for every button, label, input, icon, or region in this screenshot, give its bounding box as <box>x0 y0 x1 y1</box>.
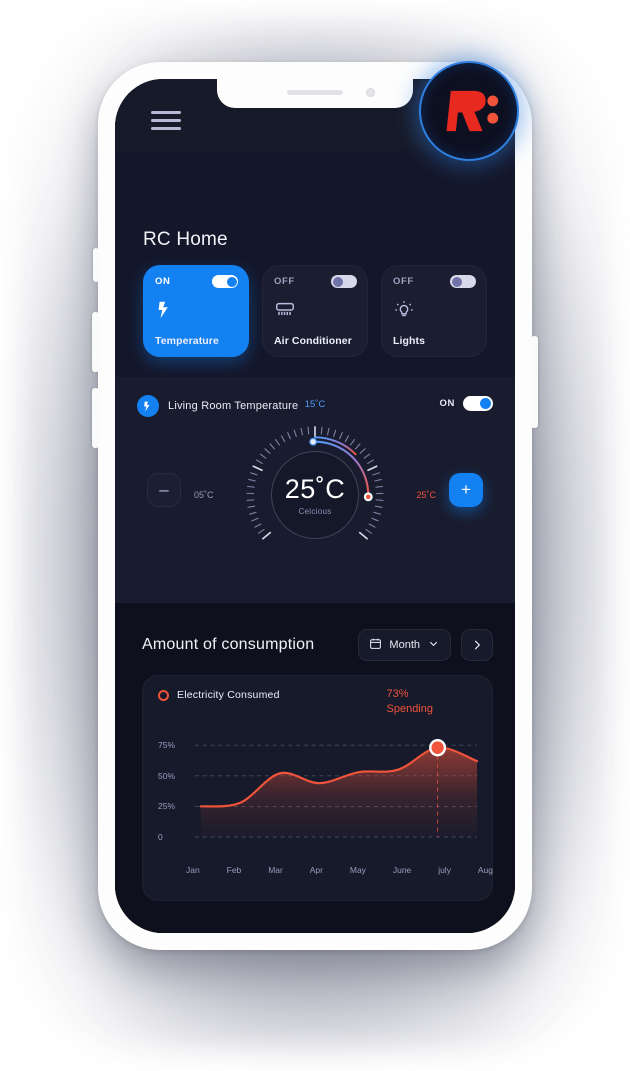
dial-max-label: 25˚C <box>416 490 436 500</box>
device-card-lights[interactable]: OFF Lights <box>381 265 487 357</box>
spending-value: 73% <box>386 688 409 700</box>
temperature-increase-button[interactable]: + <box>449 473 483 507</box>
calendar-icon <box>369 637 382 653</box>
dial-top-label: 15˚C <box>304 399 326 410</box>
consumption-chart-card: Electricity Consumed 73% Spending 0 25% 50… <box>142 675 493 901</box>
temperature-dial[interactable]: 25˚C Celcious 15˚C 05˚C 25˚C <box>194 399 436 569</box>
device-toggle[interactable] <box>450 275 476 288</box>
thermostat-section: Living Room Temperature ON – + 25˚C Celc… <box>115 377 515 603</box>
temperature-unit: Celcious <box>298 507 332 516</box>
device-name-label: Temperature <box>155 335 219 347</box>
thermostat-power-control[interactable]: ON <box>440 396 493 411</box>
air-conditioner-icon <box>274 299 296 321</box>
period-label: Month <box>389 639 420 651</box>
volume-down-button[interactable] <box>92 388 99 448</box>
chart-plot-area: 0 25% 50% 75% <box>158 727 479 855</box>
legend-label: Electricity Consumed <box>177 689 280 701</box>
device-card-list: ON Temperature OFF Air Conditioner OFF L… <box>143 265 487 357</box>
temperature-value: 25˚C <box>284 474 346 504</box>
thermostat-header: Living Room Temperature <box>137 395 298 417</box>
earpiece-speaker <box>287 90 343 95</box>
bolt-icon <box>137 395 159 417</box>
legend-marker-icon <box>158 689 169 701</box>
chart-x-tick: May <box>349 865 366 875</box>
next-period-button[interactable] <box>461 629 493 661</box>
chart-x-tick: Apr <box>309 865 323 875</box>
spending-annotation: 73% Spending <box>387 687 434 717</box>
bolt-icon <box>155 299 177 321</box>
temperature-decrease-button[interactable]: – <box>147 473 181 507</box>
dial-readout: 25˚C Celcious <box>271 451 359 539</box>
thermostat-title: Living Room Temperature <box>168 400 299 412</box>
chart-x-axis: Jan Feb Mar Apr May June july Aug <box>186 865 493 875</box>
phone-screen: RC Home ON Temperature OFF Air Condition… <box>115 79 515 933</box>
period-selector[interactable]: Month <box>358 629 451 661</box>
silent-switch[interactable] <box>93 248 99 282</box>
thermostat-toggle-label: ON <box>439 398 455 409</box>
device-name-label: Lights <box>393 335 426 347</box>
chart-x-tick: july <box>438 865 451 875</box>
screenshot-stage: RC Home ON Temperature OFF Air Condition… <box>0 0 630 1071</box>
consumption-header: Amount of consumption Month <box>142 629 493 661</box>
device-notch <box>217 79 413 108</box>
chart-y-tick: 25% <box>158 801 176 812</box>
chart-x-tick: June <box>392 865 412 875</box>
devices-section: RC Home ON Temperature OFF Air Condition… <box>115 151 515 377</box>
chart-x-tick: Mar <box>268 865 283 875</box>
phone-frame: RC Home ON Temperature OFF Air Condition… <box>92 62 538 950</box>
thermostat-toggle[interactable] <box>463 396 493 411</box>
chart-y-tick: 75% <box>158 740 176 751</box>
consumption-section: Amount of consumption Month Electricity … <box>115 603 515 933</box>
chart-x-tick: Jan <box>186 865 200 875</box>
page-title: RC Home <box>143 229 228 250</box>
dial-min-label: 05˚C <box>194 490 214 500</box>
chart-svg <box>194 738 479 838</box>
device-card-air-conditioner[interactable]: OFF Air Conditioner <box>262 265 368 357</box>
chart-legend: Electricity Consumed <box>158 689 280 701</box>
app-body: RC Home ON Temperature OFF Air Condition… <box>115 151 515 933</box>
device-toggle[interactable] <box>212 275 238 288</box>
chart-x-tick: Aug <box>477 865 493 875</box>
volume-up-button[interactable] <box>92 312 99 372</box>
device-toggle[interactable] <box>331 275 357 288</box>
chart-y-tick: 50% <box>158 770 176 781</box>
front-camera <box>366 88 375 97</box>
spending-label: Spending <box>386 702 434 715</box>
chevron-down-icon <box>427 637 440 653</box>
power-button[interactable] <box>531 336 538 428</box>
hamburger-menu-icon[interactable] <box>151 111 181 130</box>
device-card-temperature[interactable]: ON Temperature <box>143 265 249 357</box>
rc-logo-badge <box>419 61 519 161</box>
device-name-label: Air Conditioner <box>274 335 352 347</box>
consumption-title: Amount of consumption <box>142 636 315 653</box>
chart-y-tick: 0 <box>158 832 163 842</box>
lightbulb-icon <box>393 299 415 321</box>
chart-x-tick: Feb <box>226 865 242 875</box>
